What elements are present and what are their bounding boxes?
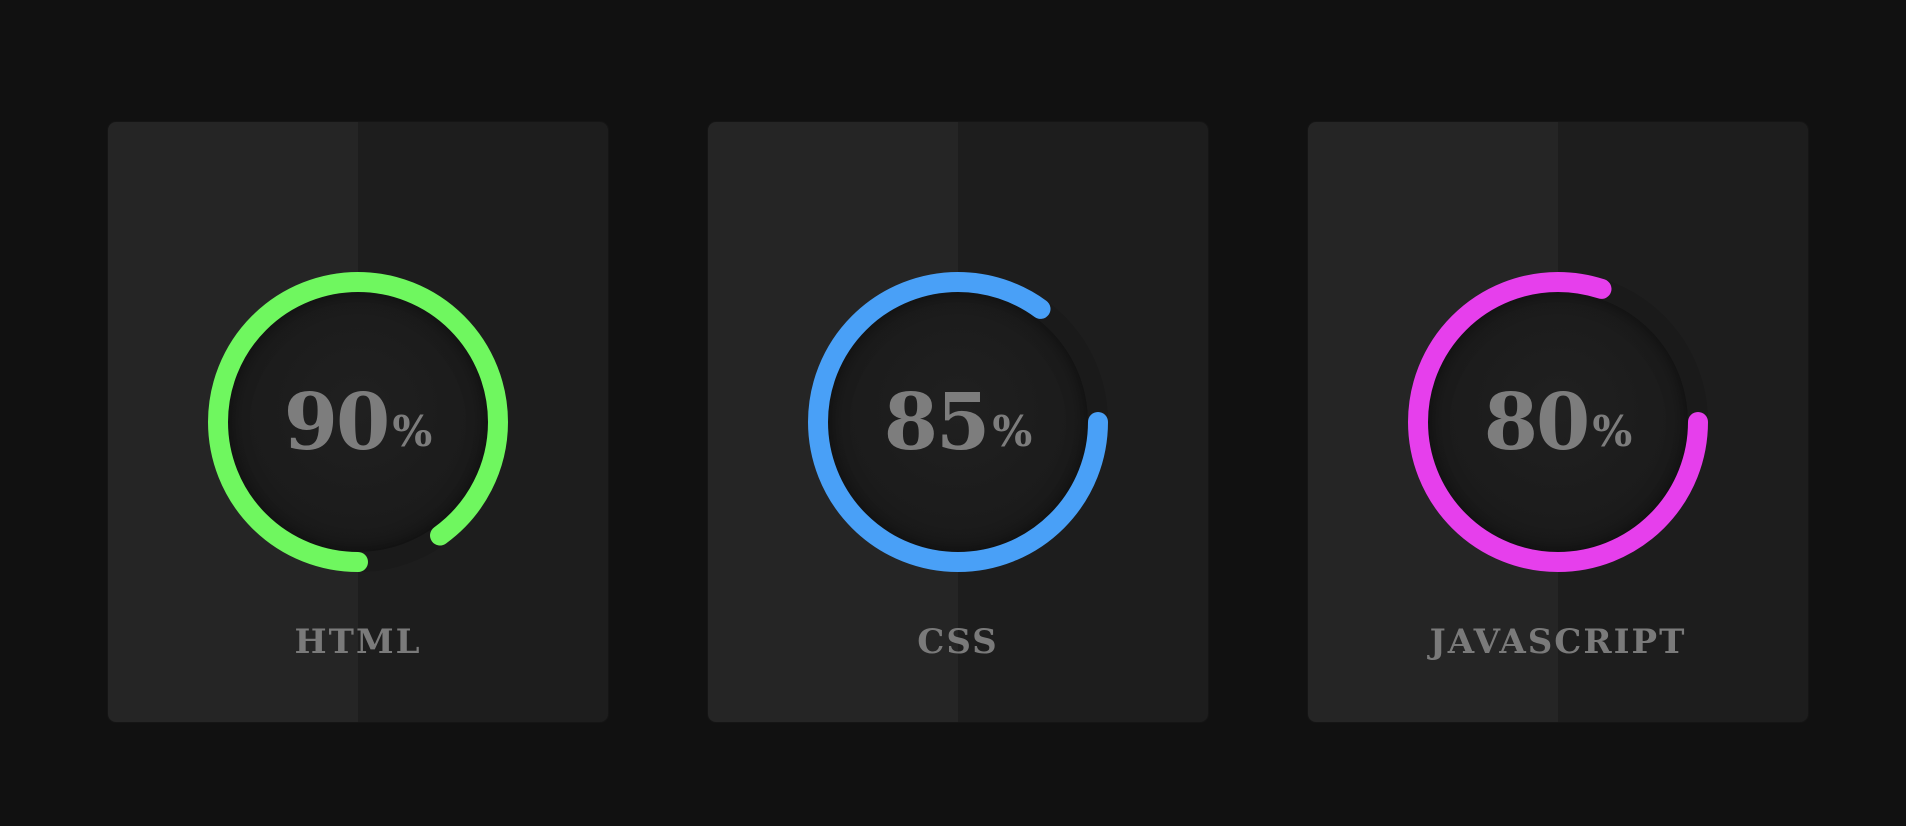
skill-label: HTML xyxy=(294,622,422,662)
percent-sign: % xyxy=(1592,406,1633,456)
percent-readout: 80% xyxy=(1408,272,1708,572)
skill-label: JAVASCRIPT xyxy=(1429,622,1687,662)
percent-readout: 90% xyxy=(208,272,508,572)
progress-ring: 85% xyxy=(808,272,1108,572)
skill-card-html: 90% HTML xyxy=(108,122,608,722)
percent-value: 90 xyxy=(283,376,391,468)
percent-value: 85 xyxy=(883,376,991,468)
percent-sign: % xyxy=(992,406,1033,456)
skills-container: 90% HTML 85% CSS 80% JAVASCRIPT xyxy=(108,122,1808,722)
percent-readout: 85% xyxy=(808,272,1108,572)
skill-card-javascript: 80% JAVASCRIPT xyxy=(1308,122,1808,722)
progress-ring: 90% xyxy=(208,272,508,572)
percent-value: 80 xyxy=(1483,376,1591,468)
skill-card-css: 85% CSS xyxy=(708,122,1208,722)
skill-label: CSS xyxy=(917,622,999,662)
percent-sign: % xyxy=(392,406,433,456)
progress-ring: 80% xyxy=(1408,272,1708,572)
